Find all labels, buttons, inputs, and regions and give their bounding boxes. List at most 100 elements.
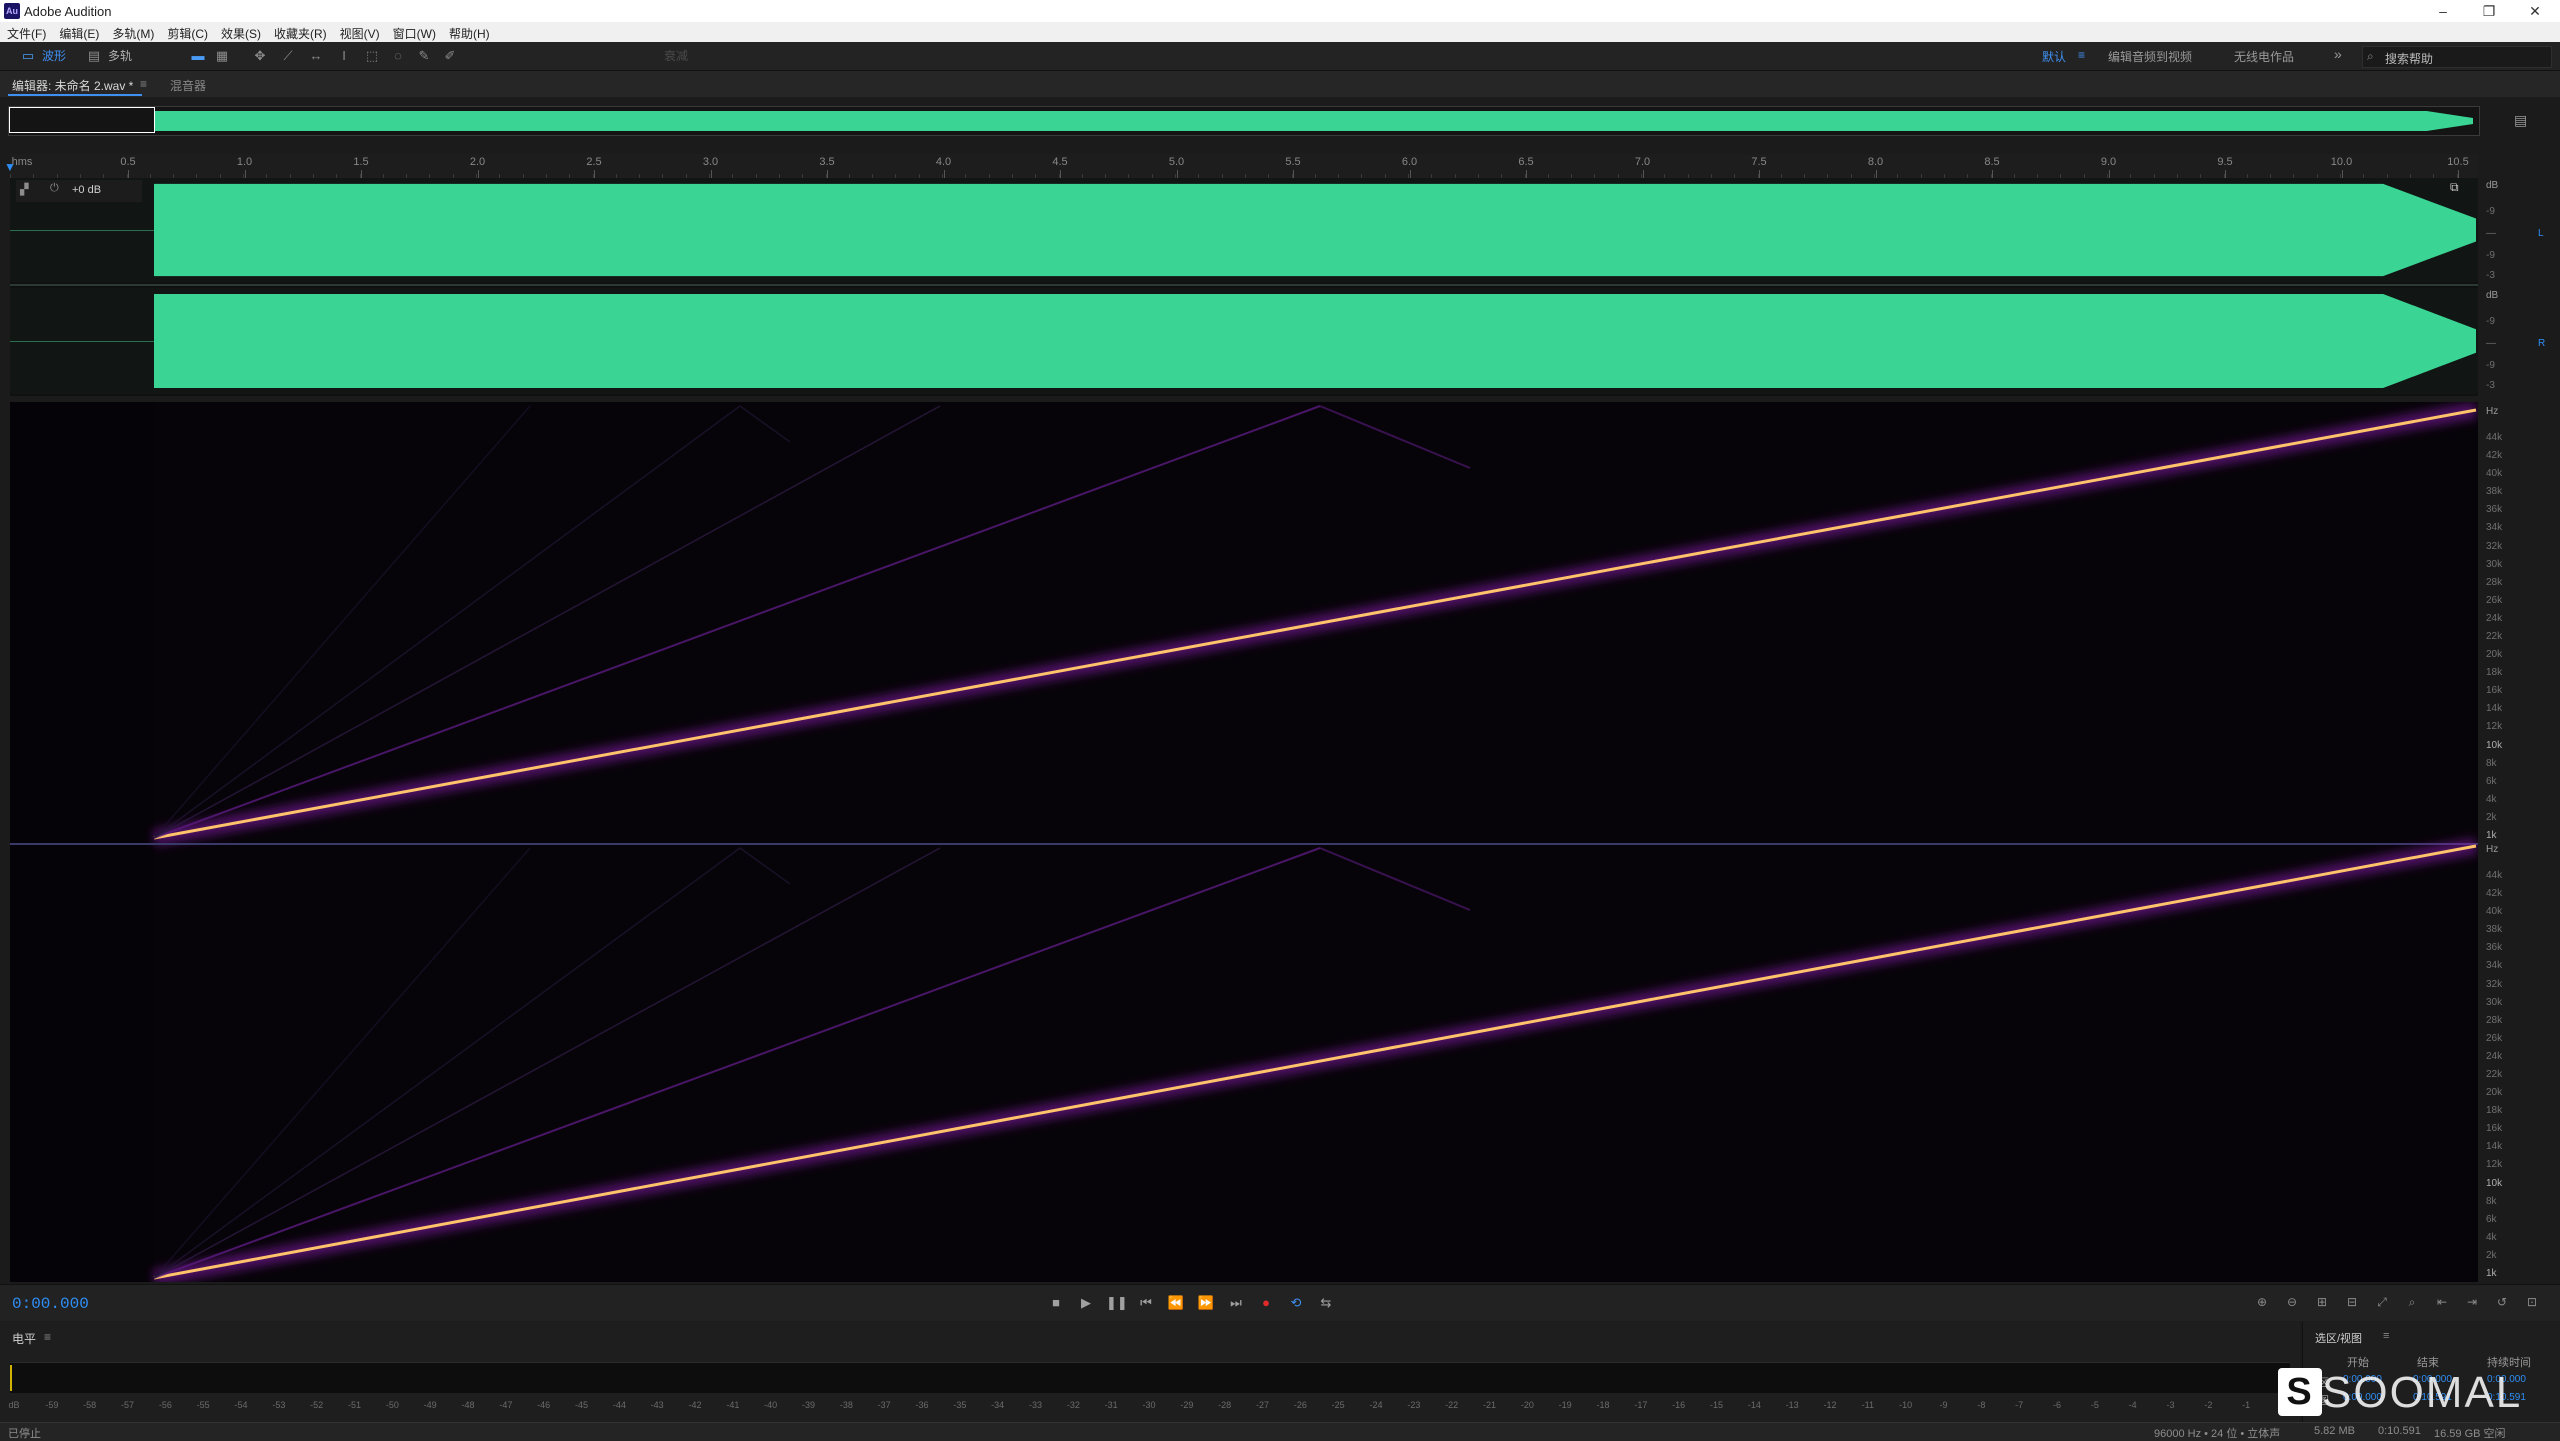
tab-editor-menu-icon[interactable]: ≡ [140,77,147,91]
fast-forward-icon[interactable]: ⏩ [1196,1295,1216,1311]
hz-top-label: 8k [2486,757,2497,769]
status-free-space: 16.59 GB 空闲 [2434,1428,2506,1440]
meter-scale-label: -20 [1520,1400,1534,1410]
meter-scale-label: -15 [1709,1400,1724,1410]
skip-selection-icon[interactable]: ⇆ [1316,1295,1336,1311]
brush-tool-icon[interactable]: ✎ [416,48,432,64]
meter-scale-label: -19 [1558,1400,1572,1410]
help-search-field[interactable]: ⌕ 搜索帮助 [2362,46,2552,68]
meter-scale-label: -59 [45,1400,59,1410]
zoom-in-time-icon[interactable]: ⊞ [2312,1295,2332,1311]
slip-tool-icon[interactable]: ↔ [308,48,324,64]
meter-scale-label: -28 [1218,1400,1232,1410]
playhead-marker-icon[interactable]: ▼ [4,160,16,174]
tab-mixer[interactable]: 混音器 [170,77,206,94]
spot-healing-tool-icon[interactable]: ✐ [442,48,458,64]
db-unit-left: dB [2486,180,2499,191]
zoom-in-left-icon[interactable]: ⇤ [2432,1295,2452,1311]
menu-edit[interactable]: 编辑(E) [52,22,105,42]
meter-scale-label: -38 [839,1400,853,1410]
workspace-menu-icon[interactable]: ≡ [2078,48,2085,62]
razor-tool-icon[interactable]: ⟋ [280,48,296,64]
menu-multitrack[interactable]: 多轨(M) [105,22,160,42]
gain-hud[interactable]: ▞ ⏻ +0 dB [16,180,142,202]
overview-settings-icon[interactable]: ▤ [2514,112,2530,128]
zoom-fit-icon[interactable]: ⊡ [2522,1295,2542,1311]
hz-bottom-label: 38k [2486,924,2503,936]
waveform-display[interactable] [10,178,2478,396]
overview-viewport-handle[interactable] [9,107,155,133]
hz-bottom-label: 18k [2486,1105,2503,1117]
workspace-edit-audio-to-video[interactable]: 编辑音频到视频 [2108,48,2192,65]
zoom-selection-icon[interactable]: ⌕ [2402,1295,2422,1311]
ruler-label: 7.5 [1751,156,1767,168]
marquee-tool-icon[interactable]: ⬚ [364,48,380,64]
loop-playback-icon[interactable]: ⟲ [1286,1295,1306,1311]
record-icon[interactable]: ● [1256,1295,1276,1311]
skip-to-end-icon[interactable]: ⏭ [1226,1295,1246,1311]
minimize-button[interactable]: – [2420,0,2466,22]
move-tool-icon[interactable]: ✥ [252,48,268,64]
overview-navigator[interactable] [8,106,2480,136]
selection-panel-title[interactable]: 选区/视图 [2315,1330,2362,1346]
current-time-display[interactable]: 0:00.000 [12,1295,89,1313]
show-spectral-icon[interactable]: ▦ [214,48,230,64]
menu-favorites[interactable]: 收藏夹(R) [267,22,333,42]
hud-gain-knob-icon[interactable]: ⏻ [50,182,59,195]
ruler-label: 8.5 [1984,156,2000,168]
selection-panel-menu-icon[interactable]: ≡ [2383,1330,2389,1342]
menu-window[interactable]: 窗口(W) [386,22,442,42]
more-workspaces-button[interactable]: » [2334,46,2342,62]
lasso-tool-icon[interactable]: ◌ [390,48,406,64]
hz-top-label: 38k [2486,486,2503,498]
menu-file[interactable]: 文件(F) [0,22,52,42]
menu-view[interactable]: 视图(V) [333,22,386,42]
ruler-label: 5.5 [1285,156,1301,168]
hz-top-label: 14k [2486,703,2503,715]
play-icon[interactable]: ▶ [1076,1295,1096,1311]
meter-scale-label: -52 [310,1400,324,1410]
meter-scale-label: -36 [915,1400,929,1410]
zoom-reset-icon[interactable]: ↺ [2492,1295,2512,1311]
ruler-tick [1176,170,1178,178]
menu-effects[interactable]: 效果(S) [214,22,267,42]
rewind-icon[interactable]: ⏪ [1166,1295,1186,1311]
waveform-view-button[interactable]: 波形 [42,46,66,66]
level-panel-menu-icon[interactable]: ≡ [44,1330,51,1344]
workspace-default[interactable]: 默认 [2042,48,2066,65]
vertical-scale-panel[interactable]: dB -9 — -9 -3 L dB -9 — -9 -3 R Hz 44k 42k… [2478,154,2560,1282]
waveform-expand-icon[interactable]: ⧉ [2450,180,2464,194]
ruler-tick [128,170,129,178]
tab-editor[interactable]: 编辑器: 未命名 2.wav * [12,77,133,94]
skip-to-start-icon[interactable]: ⏮ [1136,1295,1156,1311]
spectral-frequency-display[interactable] [10,402,2478,1282]
workspace-radio-production[interactable]: 无线电作品 [2234,48,2294,65]
meter-scale-label: -57 [120,1400,135,1410]
time-selection-tool-icon[interactable]: I [336,48,352,64]
menu-help[interactable]: 帮助(H) [442,22,496,42]
zoom-out-time-icon[interactable]: ⊟ [2342,1295,2362,1311]
channel-left-label[interactable]: L [2538,228,2544,239]
db-label-r-3: -9 [2486,360,2495,371]
menu-clip[interactable]: 剪辑(C) [160,22,214,42]
zoom-out-amplitude-icon[interactable]: ⊖ [2282,1295,2302,1311]
db-label-r-1: -9 [2486,316,2495,327]
close-button[interactable]: ✕ [2512,0,2558,22]
level-panel-title[interactable]: 电平 [12,1330,36,1347]
hz-top-label: 30k [2486,558,2503,570]
hz-bottom-unit: Hz [2486,844,2499,855]
maximize-button[interactable]: ❐ [2466,0,2512,22]
multitrack-view-button[interactable]: 多轨 [108,46,132,66]
zoom-in-amplitude-icon[interactable]: ⊕ [2252,1295,2272,1311]
zoom-full-icon[interactable]: ⤢ [2372,1295,2392,1311]
channel-right-label[interactable]: R [2538,338,2545,349]
pause-icon[interactable]: ❚❚ [1106,1295,1128,1311]
ruler-tick [594,170,595,178]
stop-icon[interactable]: ■ [1046,1295,1066,1311]
zoom-in-right-icon[interactable]: ⇥ [2462,1295,2482,1311]
show-waveform-icon[interactable]: ▬ [190,48,206,64]
time-ruler[interactable]: hms 0.5 1.0 1.5 2.0 2.5 3.0 3.5 4.0 4.5 5.0 5.5 6.0… [10,154,2478,179]
meter-scale-label: -1 [2242,1400,2251,1410]
meter-scale-label: -11 [1861,1400,1874,1410]
meter-scale-label: -9 [1939,1400,1948,1410]
